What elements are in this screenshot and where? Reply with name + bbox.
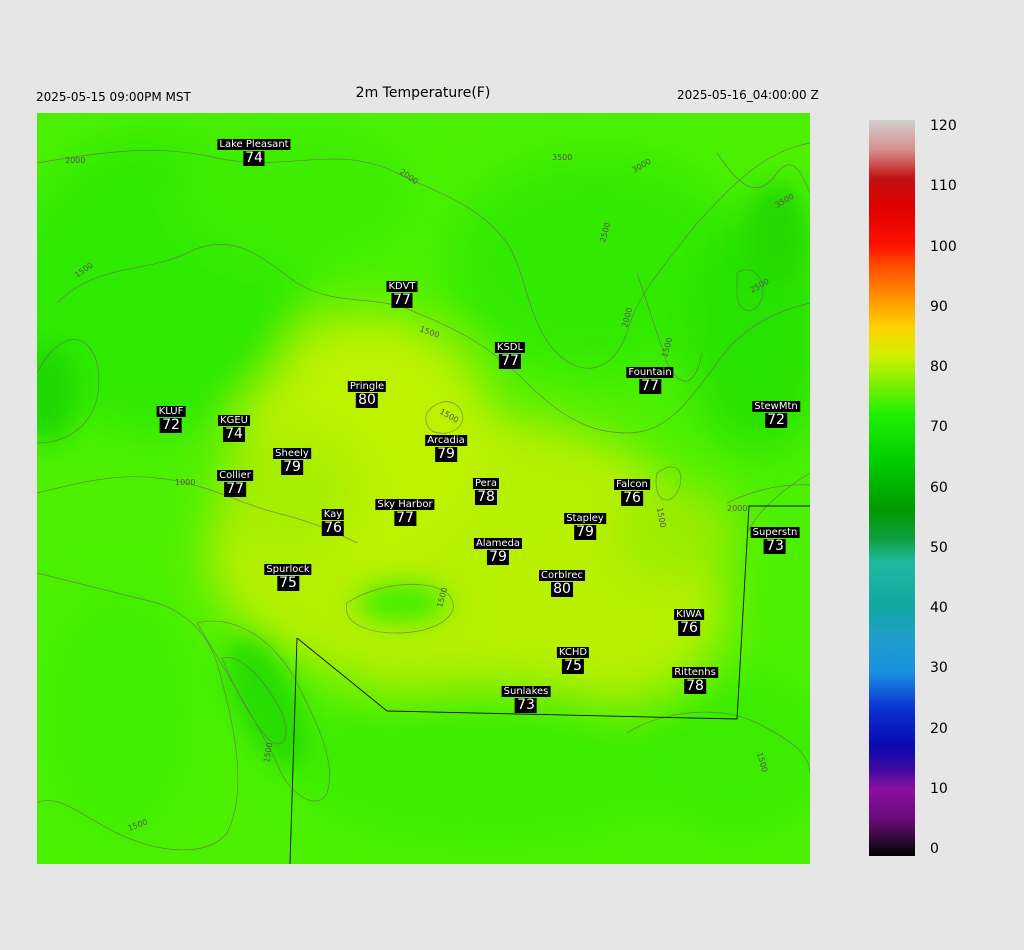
- station-layer: Lake Pleasant 74 KDVT 77 KSDL 77 Fountai…: [37, 113, 810, 864]
- colorbar-tick-label: 120: [930, 118, 957, 134]
- station-name: Superstn: [750, 527, 800, 538]
- station-temp: 79: [574, 524, 596, 540]
- station-temp: 76: [678, 620, 700, 636]
- station-marker: Falcon 76: [614, 479, 650, 506]
- station-temp: 78: [475, 489, 497, 505]
- station-marker: KSDL 77: [494, 342, 526, 369]
- station-name: Arcadia: [425, 435, 467, 446]
- station-name: Lake Pleasant: [217, 139, 291, 150]
- station-temp: 79: [281, 459, 303, 475]
- station-marker: Sheely 79: [273, 448, 311, 475]
- station-name: Sunlakes: [501, 686, 551, 697]
- station-temp: 75: [562, 658, 584, 674]
- station-marker: Corblrec 80: [539, 570, 585, 597]
- station-temp: 72: [765, 412, 787, 428]
- station-marker: StewMtn 72: [752, 401, 800, 428]
- station-marker: Stapley 79: [564, 513, 606, 540]
- station-name: KIWA: [674, 609, 704, 620]
- station-temp: 79: [435, 446, 457, 462]
- station-name: KDVT: [386, 281, 418, 292]
- station-temp: 77: [499, 353, 521, 369]
- station-temp: 73: [515, 697, 537, 713]
- station-temp: 77: [639, 378, 661, 394]
- station-temp: 77: [224, 481, 246, 497]
- station-name: Stapley: [564, 513, 606, 524]
- station-temp: 74: [243, 150, 265, 166]
- station-name: KGEU: [218, 415, 250, 426]
- station-name: StewMtn: [752, 401, 800, 412]
- colorbar-gradient: [869, 120, 915, 856]
- station-marker: Kay 76: [321, 509, 345, 536]
- station-marker: Rittenhs 78: [672, 667, 718, 694]
- station-name: Rittenhs: [672, 667, 718, 678]
- colorbar-tick-label: 10: [930, 780, 948, 797]
- station-name: Corblrec: [539, 570, 585, 581]
- station-marker: Pera 78: [472, 478, 500, 505]
- station-marker: Collier 77: [217, 470, 253, 497]
- station-name: Collier: [217, 470, 253, 481]
- station-name: Pringle: [347, 381, 387, 392]
- station-marker: Pringle 80: [347, 381, 387, 408]
- station-temp: 77: [394, 510, 416, 526]
- station-marker: Sunlakes 73: [501, 686, 551, 713]
- station-marker: KCHD 75: [556, 647, 590, 674]
- station-temp: 72: [160, 417, 182, 433]
- station-marker: KGEU 74: [218, 415, 250, 442]
- colorbar-tick-label: 60: [930, 479, 948, 496]
- station-marker: KDVT 77: [386, 281, 418, 308]
- temperature-colorbar: [869, 120, 915, 856]
- station-marker: Spurlock 75: [264, 564, 312, 591]
- colorbar-tick-label: 80: [930, 359, 948, 375]
- station-temp: 79: [487, 549, 509, 565]
- station-name: Sky Harbor: [375, 499, 435, 510]
- station-name: Alameda: [473, 538, 523, 549]
- station-marker: Lake Pleasant 74: [217, 139, 291, 166]
- colorbar-tick-label: 20: [930, 720, 948, 737]
- colorbar-tick-label: 100: [930, 238, 957, 255]
- station-name: Spurlock: [264, 564, 312, 575]
- station-temp: 77: [391, 292, 413, 308]
- station-temp: 76: [322, 520, 344, 536]
- station-name: Fountain: [626, 367, 674, 378]
- station-name: KCHD: [556, 647, 590, 658]
- station-marker: Arcadia 79: [425, 435, 467, 462]
- colorbar-tick-label: 50: [930, 539, 948, 556]
- colorbar-tick-label: 70: [930, 419, 948, 436]
- station-name: Falcon: [614, 479, 650, 490]
- station-name: Kay: [321, 509, 345, 520]
- station-temp: 74: [223, 426, 245, 442]
- colorbar-tick-label: 30: [930, 660, 948, 677]
- station-name: KSDL: [494, 342, 526, 353]
- colorbar-tick-label: 90: [930, 298, 948, 315]
- station-temp: 78: [684, 678, 706, 694]
- station-marker: Fountain 77: [626, 367, 674, 394]
- station-name: KLUF: [156, 406, 186, 417]
- station-temp: 76: [621, 490, 643, 506]
- station-marker: Sky Harbor 77: [375, 499, 435, 526]
- colorbar-tick-label: 110: [930, 178, 957, 195]
- station-marker: Alameda 79: [473, 538, 523, 565]
- station-marker: Superstn 73: [750, 527, 800, 554]
- station-name: Sheely: [273, 448, 311, 459]
- station-temp: 80: [356, 392, 378, 408]
- station-marker: KIWA 76: [674, 609, 704, 636]
- station-temp: 75: [277, 575, 299, 591]
- station-temp: 73: [764, 538, 786, 554]
- utc-time-label: 2025-05-16_04:00:00 Z: [677, 88, 819, 102]
- colorbar-tick-label: 40: [930, 600, 948, 616]
- station-marker: KLUF 72: [156, 406, 186, 433]
- station-temp: 80: [551, 581, 573, 597]
- station-name: Pera: [472, 478, 500, 489]
- colorbar-tick-label: 0: [930, 841, 939, 857]
